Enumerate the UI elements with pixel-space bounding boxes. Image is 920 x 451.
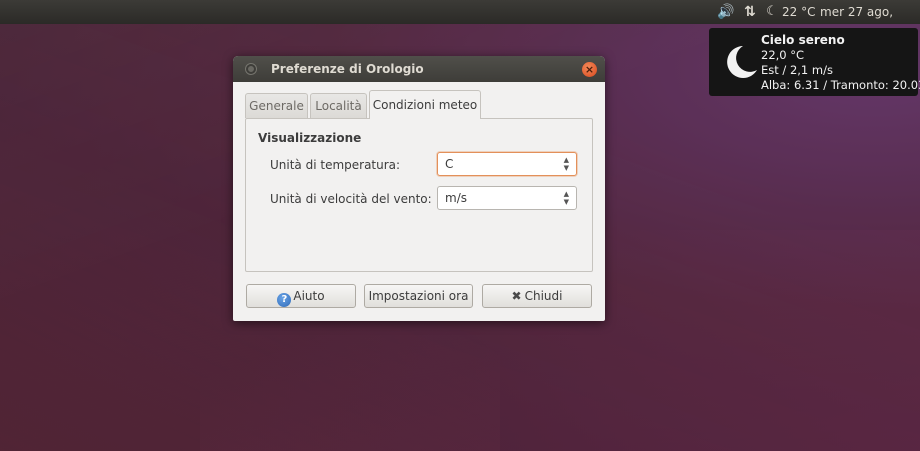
moon-icon[interactable]: ☾ (765, 0, 779, 24)
weather-sun-times: Alba: 6.31 / Tramonto: 20.03 (761, 78, 920, 92)
section-title: Visualizzazione (258, 131, 362, 145)
clock-preferences-dialog: Preferenze di Orologio × Generale Locali… (233, 56, 605, 321)
temperature-unit-select[interactable]: C ▲ ▼ (437, 152, 577, 176)
dialog-title: Preferenze di Orologio (271, 62, 424, 76)
wind-speed-unit-value: m/s (445, 191, 467, 205)
set-time-button[interactable]: Impostazioni ora (364, 284, 473, 308)
close-button-label: Chiudi (524, 289, 563, 303)
help-button-label: Aiuto (293, 289, 325, 303)
top-panel: 🔊 ⇅ ☾ 22 °C mer 27 ago, 22.24 (0, 0, 920, 43)
spin-arrows-icon: ▲ ▼ (563, 190, 569, 206)
tab-condizioni-meteo[interactable]: Condizioni meteo (369, 90, 481, 119)
close-icon: ✖ (511, 289, 522, 303)
weather-popup: Cielo sereno 22,0 °C Est / 2,1 m/s Alba:… (709, 28, 920, 96)
help-button[interactable]: ? Aiuto (246, 284, 356, 308)
network-arrows-icon[interactable]: ⇅ (740, 0, 760, 24)
panel-clock[interactable]: mer 27 ago, 22.24 (820, 0, 920, 43)
weather-condition: Cielo sereno (761, 33, 845, 47)
moon-icon (727, 46, 757, 78)
tab-localita[interactable]: Località (310, 93, 367, 118)
set-time-button-label: Impostazioni ora (368, 289, 469, 303)
spin-arrows-icon: ▲ ▼ (563, 156, 569, 172)
weather-temperature: 22,0 °C (761, 48, 805, 62)
panel-temperature[interactable]: 22 °C (782, 0, 815, 24)
close-button[interactable]: ✖ Chiudi (482, 284, 592, 308)
help-icon: ? (277, 293, 292, 307)
close-window-button[interactable]: × (582, 62, 597, 77)
wind-speed-unit-select[interactable]: m/s ▲ ▼ (437, 186, 577, 210)
window-menu-icon[interactable] (246, 64, 256, 74)
temperature-unit-label: Unità di temperatura: (270, 158, 401, 172)
weather-wind: Est / 2,1 m/s (761, 63, 833, 77)
tab-content-panel: Visualizzazione Unità di temperatura: C … (245, 118, 593, 272)
tab-generale[interactable]: Generale (245, 93, 308, 118)
wind-speed-unit-label: Unità di velocità del vento: (270, 192, 432, 206)
speaker-icon[interactable]: 🔊 (715, 0, 737, 24)
temperature-unit-value: C (445, 157, 454, 171)
dialog-titlebar[interactable]: Preferenze di Orologio × (233, 56, 605, 82)
